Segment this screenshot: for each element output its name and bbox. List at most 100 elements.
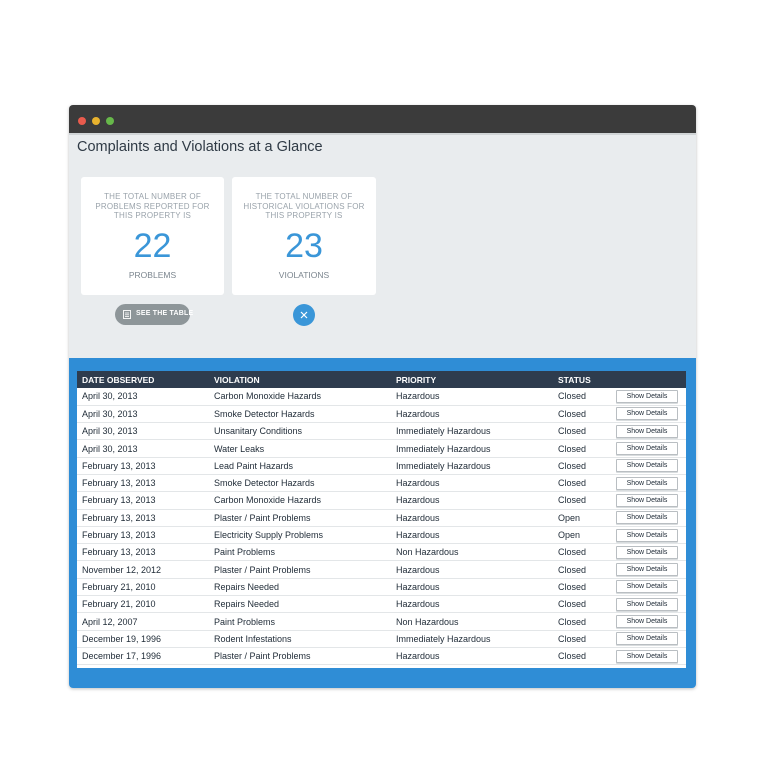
priority-cell: Hazardous — [391, 388, 553, 406]
show-details-button[interactable]: Show Details — [616, 476, 678, 490]
show-details-button[interactable]: Show Details — [616, 528, 678, 542]
show-details-button[interactable]: Show Details — [616, 580, 678, 594]
status-cell: Closed — [553, 439, 611, 458]
violation-cell: Repairs Needed — [209, 595, 391, 614]
column-header-date[interactable]: Date Observed — [77, 371, 209, 388]
table-row: February 13, 2013 Plaster / Paint Problem… — [77, 509, 686, 527]
priority-cell: Hazardous — [391, 491, 553, 510]
status-cell: Closed — [553, 405, 611, 424]
date-cell: December 19, 1996 — [77, 630, 209, 648]
show-details-button[interactable]: Show Details — [616, 563, 678, 577]
date-cell: February 13, 2013 — [77, 491, 209, 510]
show-details-button[interactable]: Show Details — [616, 459, 678, 473]
priority-cell: Hazardous — [391, 405, 553, 424]
actions-cell: Show Details — [611, 388, 686, 406]
table-row: April 30, 2013 Carbon Monoxide Hazards Haz… — [77, 388, 686, 406]
violation-cell: Water Leaks — [209, 439, 391, 458]
date-cell: April 30, 2013 — [77, 388, 209, 406]
show-details-button[interactable]: Show Details — [616, 424, 678, 438]
show-details-button[interactable]: Show Details — [616, 649, 678, 663]
date-cell: February 13, 2013 — [77, 526, 209, 545]
table-header-row: Date Observed Violation Priority Status — [77, 371, 686, 388]
violation-cell: Rodent Infestations — [209, 630, 391, 648]
problems-description: The total number of problems reported fo… — [95, 192, 210, 220]
status-cell: Closed — [553, 543, 611, 562]
priority-cell: Immediately Hazardous — [391, 422, 553, 441]
status-cell: Closed — [553, 560, 611, 579]
table-row: April 12, 2007 Paint Problems Non Hazardou… — [77, 612, 686, 631]
table-row: February 21, 2010 Repairs Needed Hazardous… — [77, 595, 686, 614]
priority-cell: Hazardous — [391, 560, 553, 579]
table-row: February 13, 2013 Carbon Monoxide Hazards… — [77, 491, 686, 510]
date-cell: April 30, 2013 — [77, 439, 209, 458]
violations-table-container: Date Observed Violation Priority Status … — [77, 371, 686, 668]
close-dot[interactable] — [78, 117, 86, 125]
show-details-button[interactable]: Show Details — [616, 511, 678, 525]
status-cell: Closed — [553, 647, 611, 666]
priority-cell: Hazardous — [391, 578, 553, 597]
date-cell: February 13, 2013 — [77, 543, 209, 562]
show-details-button[interactable]: Show Details — [616, 407, 678, 421]
browser-window: Complaints and Violations at a Glance Th… — [69, 105, 696, 688]
minimize-dot[interactable] — [92, 117, 100, 125]
violation-cell: Electricity Supply Problems — [209, 526, 391, 545]
actions-cell: Show Details — [611, 509, 686, 527]
violation-cell: Unsanitary Conditions — [209, 422, 391, 441]
violation-cell: Lead Paint Hazards — [209, 457, 391, 475]
show-details-button[interactable]: Show Details — [616, 442, 678, 456]
date-cell: February 13, 2013 — [77, 457, 209, 475]
table-row: February 13, 2013 Electricity Supply Prob… — [77, 526, 686, 545]
show-details-button[interactable]: Show Details — [616, 493, 678, 507]
close-icon — [300, 311, 308, 319]
violation-cell: Paint Problems — [209, 612, 391, 631]
page-title: Complaints and Violations at a Glance — [77, 139, 323, 155]
violation-cell: Smoke Detector Hazards — [209, 405, 391, 424]
actions-cell: Show Details — [611, 474, 686, 493]
table-row: April 30, 2013 Smoke Detector Hazards Haza… — [77, 405, 686, 424]
date-cell: December 17, 1996 — [77, 647, 209, 666]
actions-cell: Show Details — [611, 526, 686, 545]
column-header-priority[interactable]: Priority — [391, 371, 553, 388]
table-row: December 19, 1996 Rodent Infestations Imme… — [77, 630, 686, 648]
actions-cell: Show Details — [611, 491, 686, 510]
see-table-button[interactable]: SEE THE TABLE — [115, 304, 194, 325]
violation-cell: Plaster / Paint Problems — [209, 509, 391, 527]
date-cell: April 30, 2013 — [77, 422, 209, 441]
show-details-button[interactable]: Show Details — [616, 597, 678, 611]
priority-cell: Immediately Hazardous — [391, 630, 553, 648]
maximize-dot[interactable] — [106, 117, 114, 125]
priority-cell: Hazardous — [391, 509, 553, 527]
priority-cell: Hazardous — [391, 526, 553, 545]
actions-cell: Show Details — [611, 543, 686, 562]
actions-cell: Show Details — [611, 439, 686, 458]
violation-cell: Plaster / Paint Problems — [209, 560, 391, 579]
table-body: April 30, 2013 Carbon Monoxide Hazards Haz… — [77, 388, 686, 666]
column-header-status[interactable]: Status — [553, 371, 611, 388]
status-cell: Closed — [553, 578, 611, 597]
column-header-violation[interactable]: Violation — [209, 371, 391, 388]
table-row: April 30, 2013 Water Leaks Immediately Haz… — [77, 439, 686, 458]
actions-cell: Show Details — [611, 422, 686, 441]
actions-cell: Show Details — [611, 405, 686, 424]
date-cell: February 21, 2010 — [77, 578, 209, 597]
show-details-button[interactable]: Show Details — [616, 615, 678, 628]
date-cell: April 30, 2013 — [77, 405, 209, 424]
table-row: February 21, 2010 Repairs Needed Hazardous… — [77, 578, 686, 597]
violation-cell: Repairs Needed — [209, 578, 391, 597]
show-details-button[interactable]: Show Details — [616, 545, 678, 559]
priority-cell: Hazardous — [391, 647, 553, 666]
titlebar-divider — [69, 133, 696, 135]
show-details-button[interactable]: Show Details — [616, 632, 678, 646]
violation-cell: Smoke Detector Hazards — [209, 474, 391, 493]
violations-count: 23 — [285, 227, 323, 265]
date-cell: February 13, 2013 — [77, 509, 209, 527]
status-cell: Open — [553, 509, 611, 527]
show-details-button[interactable]: Show Details — [616, 389, 678, 403]
date-cell: November 12, 2012 — [77, 560, 209, 579]
see-table-label: SEE THE TABLE — [136, 310, 194, 317]
violation-cell: Paint Problems — [209, 543, 391, 562]
status-cell: Closed — [553, 457, 611, 475]
status-cell: Closed — [553, 474, 611, 493]
close-button[interactable] — [293, 304, 315, 326]
column-header-actions — [611, 371, 686, 388]
